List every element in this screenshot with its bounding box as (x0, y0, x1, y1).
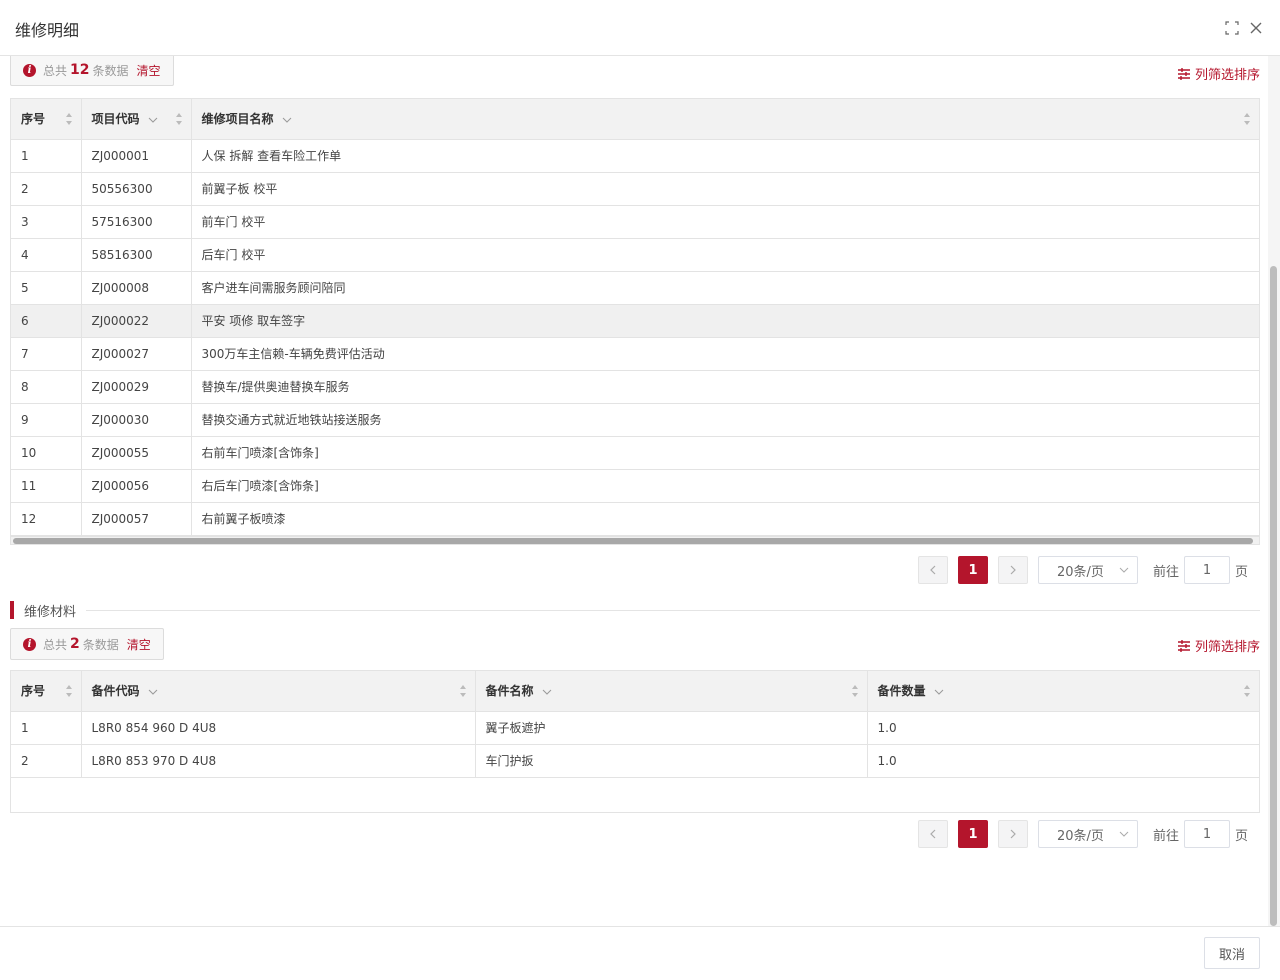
column-filter-label: 列筛选排序 (1194, 640, 1260, 655)
chevron-down-icon (1119, 567, 1129, 573)
section-title-text: 维修材料 (24, 604, 77, 620)
section-accent-bar (10, 601, 14, 619)
sort-icon[interactable] (175, 112, 183, 126)
dialog-footer: 取消 (0, 926, 1280, 980)
column-header-part-qty[interactable]: 备件数量 (867, 671, 1259, 712)
table-header-row: 序号 项目代码 维修项目名称 (11, 99, 1259, 140)
table-empty-area (11, 778, 1259, 812)
summary-count: 12 (70, 62, 90, 78)
info-icon: i (23, 637, 36, 651)
materials-summary: i 总共 2 条数据 清空 (10, 628, 164, 660)
summary-count: 2 (70, 636, 80, 652)
prev-page-button[interactable] (917, 556, 948, 584)
table-row-hovered[interactable]: 6 ZJ000022 平安 项修 取车签字 (11, 304, 1259, 338)
column-filter-button[interactable]: 列筛选排序 (1177, 64, 1260, 83)
table-row[interactable]: 5 ZJ000008 客户进车间需服务顾问陪同 (11, 271, 1259, 305)
summary-prefix: 总共 (43, 63, 68, 78)
sort-icon[interactable] (1243, 684, 1251, 698)
current-page-button[interactable]: 1 (957, 820, 988, 848)
chevron-down-icon[interactable] (148, 689, 158, 695)
sort-icon[interactable] (65, 684, 73, 698)
column-header-part-name[interactable]: 备件名称 (475, 671, 868, 712)
chevron-down-icon (1119, 831, 1129, 837)
chevron-down-icon[interactable] (934, 689, 944, 695)
scrollbar-thumb[interactable] (13, 537, 1253, 544)
summary-prefix: 总共 (43, 637, 68, 652)
table-row[interactable]: 11 ZJ000056 右后车门喷漆[含饰条] (11, 469, 1259, 503)
materials-table: 序号 备件代码 备件名称 备件数量 1 L8R0 854 960 D 4U8 翼子板… (10, 670, 1260, 813)
chevron-right-icon (1010, 565, 1016, 575)
scrollbar-thumb[interactable] (1270, 266, 1277, 926)
column-header-no[interactable]: 序号 (11, 99, 82, 140)
page-size-select[interactable]: 20条/页 (1037, 820, 1138, 848)
page-unit-label: 页 (1234, 564, 1248, 580)
column-header-name[interactable]: 维修项目名称 (191, 99, 1259, 140)
filter-sliders-icon (1177, 639, 1190, 652)
clear-button[interactable]: 清空 (137, 62, 161, 79)
goto-page-input[interactable] (1183, 556, 1230, 584)
column-filter-label: 列筛选排序 (1194, 68, 1260, 83)
page-size-value: 20条/页 (1056, 564, 1104, 580)
dialog-header: 维修明细 (0, 0, 1280, 56)
section-divider (86, 609, 1260, 611)
goto-page-input[interactable] (1183, 820, 1230, 848)
vertical-scrollbar[interactable] (1268, 56, 1280, 926)
sort-icon[interactable] (851, 684, 859, 698)
table-row[interactable]: 4 58516300 后车门 校平 (11, 238, 1259, 272)
table-row[interactable]: 12 ZJ000057 右前翼子板喷漆 (11, 502, 1259, 536)
next-page-button[interactable] (997, 820, 1028, 848)
chevron-down-icon[interactable] (542, 689, 552, 695)
table-row[interactable]: 3 57516300 前车门 校平 (11, 205, 1259, 239)
table-row[interactable]: 10 ZJ000055 右前车门喷漆[含饰条] (11, 436, 1259, 470)
chevron-down-icon[interactable] (148, 117, 158, 123)
items-pagination: 1 20条/页 前往 页 (917, 556, 1248, 584)
dialog-content: i 总共 12 条数据 清空 列筛选排序 序号 项目代码 维修项目名称 1 ZJ… (0, 56, 1268, 926)
current-page-button[interactable]: 1 (957, 556, 988, 584)
filter-sliders-icon (1177, 67, 1190, 80)
table-header-row: 序号 备件代码 备件名称 备件数量 (11, 671, 1259, 712)
goto-label: 前往 (1152, 564, 1179, 580)
page-unit-label: 页 (1234, 828, 1248, 844)
materials-section-title: 维修材料 (10, 600, 1260, 620)
chevron-down-icon[interactable] (282, 117, 292, 123)
column-header-part-code[interactable]: 备件代码 (81, 671, 476, 712)
chevron-left-icon (930, 565, 936, 575)
horizontal-scrollbar[interactable] (11, 535, 1259, 544)
chevron-right-icon (1010, 829, 1016, 839)
close-icon[interactable] (1246, 18, 1266, 38)
page-size-value: 20条/页 (1056, 828, 1104, 844)
prev-page-button[interactable] (917, 820, 948, 848)
chevron-left-icon (930, 829, 936, 839)
sort-icon[interactable] (1243, 112, 1251, 126)
page-size-select[interactable]: 20条/页 (1037, 556, 1138, 584)
table-row[interactable]: 2 L8R0 853 970 D 4U8 车门护扳 1.0 (11, 744, 1259, 778)
sort-icon[interactable] (459, 684, 467, 698)
clear-button[interactable]: 清空 (127, 636, 151, 653)
column-header-no[interactable]: 序号 (11, 671, 82, 712)
materials-pagination: 1 20条/页 前往 页 (917, 820, 1248, 848)
table-row[interactable]: 2 50556300 前翼子板 校平 (11, 172, 1259, 206)
items-summary: i 总共 12 条数据 清空 (10, 56, 174, 86)
sort-icon[interactable] (65, 112, 73, 126)
table-row[interactable]: 8 ZJ000029 替换车/提供奥迪替换车服务 (11, 370, 1259, 404)
info-icon: i (23, 63, 36, 77)
table-row[interactable]: 9 ZJ000030 替换交通方式就近地铁站接送服务 (11, 403, 1259, 437)
summary-suffix: 条数据 (92, 63, 129, 78)
dialog-title: 维修明细 (15, 21, 80, 40)
cancel-button[interactable]: 取消 (1204, 937, 1260, 969)
next-page-button[interactable] (997, 556, 1028, 584)
column-header-code[interactable]: 项目代码 (81, 99, 192, 140)
table-row[interactable]: 1 L8R0 854 960 D 4U8 翼子板遮护 1.0 (11, 711, 1259, 745)
column-filter-button[interactable]: 列筛选排序 (1177, 636, 1260, 655)
table-row[interactable]: 1 ZJ000001 人保 拆解 查看车险工作单 (11, 139, 1259, 173)
goto-label: 前往 (1152, 828, 1179, 844)
items-table: 序号 项目代码 维修项目名称 1 ZJ000001 人保 拆解 查看车险工作单 25… (10, 98, 1260, 545)
maximize-icon[interactable] (1222, 18, 1242, 38)
summary-suffix: 条数据 (82, 637, 119, 652)
table-row[interactable]: 7 ZJ000027 300万车主信赖-车辆免费评估活动 (11, 337, 1259, 371)
